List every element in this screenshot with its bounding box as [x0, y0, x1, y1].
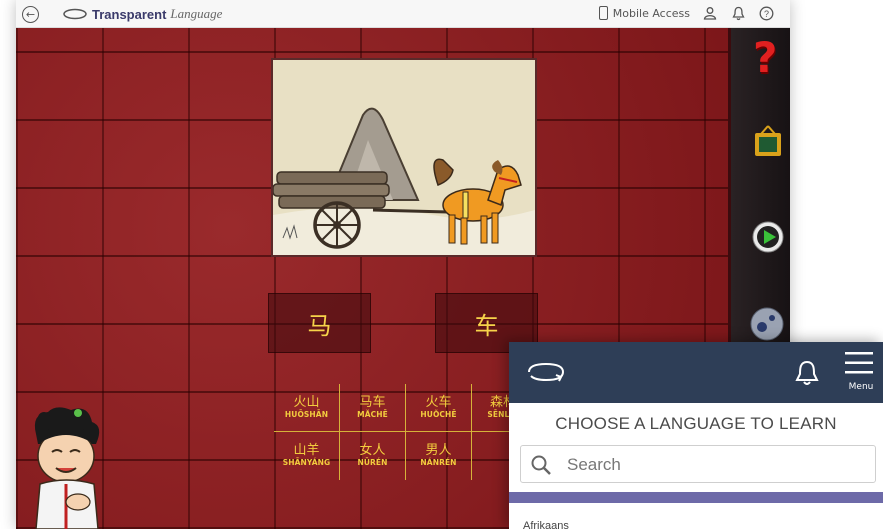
vocab-pinyin: HUŎCHĒ — [420, 409, 457, 419]
menu-button[interactable]: Menu — [841, 348, 875, 396]
top-bar: ← Transparent Language Mobile Access ? — [16, 0, 790, 28]
section-divider — [509, 492, 883, 503]
vocab-pinyin: NŪRÉN — [357, 458, 388, 468]
record-disc-icon[interactable] — [749, 306, 785, 342]
mobile-access-label: Mobile Access — [612, 6, 690, 20]
vocab-cell[interactable]: 山羊 SHĀNYÁNG — [274, 432, 340, 480]
brand-name: Transparent — [92, 6, 167, 22]
page-title: CHOOSE A LANGUAGE TO LEARN — [555, 414, 837, 433]
vocab-hanzi: 马车 — [359, 394, 386, 410]
question-mark-icon[interactable]: ? — [753, 36, 781, 80]
vocab-hanzi: 男人 — [425, 443, 452, 459]
vocab-cell[interactable]: 火山 HUŌSHĀN — [274, 384, 340, 432]
bell-icon[interactable] — [794, 359, 820, 387]
vocab-hanzi: 火车 — [425, 394, 452, 410]
bell-icon[interactable] — [730, 5, 746, 21]
horse-cart-illustration — [272, 60, 535, 255]
search-icon — [531, 455, 551, 475]
vocab-pinyin: SHĀNYÁNG — [282, 458, 331, 468]
language-list-item[interactable]: Afrikaans — [523, 520, 569, 529]
vocab-pinyin: NÁNRÉN — [420, 458, 457, 468]
vocab-cell[interactable]: 火车 HUŎCHĒ — [406, 384, 472, 432]
user-icon[interactable] — [702, 5, 718, 21]
vocabulary-grid: 火山 HUŌSHĀN 马车 MĂCHĒ 火车 HUŎCHĒ 森林 SĒNLÍN … — [274, 384, 534, 480]
arrow-left-icon: ← — [25, 8, 36, 21]
guide-character — [34, 407, 100, 529]
phone-icon — [598, 6, 608, 20]
mobile-header: Menu — [509, 342, 883, 403]
menu-label: Menu — [848, 382, 874, 392]
vocab-hanzi: 山羊 — [293, 443, 320, 459]
top-right-controls: Mobile Access ? — [598, 5, 774, 21]
svg-text:?: ? — [763, 9, 768, 19]
mobile-access-link[interactable]: Mobile Access — [598, 6, 690, 20]
back-button[interactable]: ← — [22, 6, 39, 23]
vocab-cell[interactable]: 马车 MĂCHĒ — [340, 384, 406, 432]
help-icon[interactable]: ? — [758, 5, 774, 21]
search-input[interactable] — [567, 452, 857, 478]
vocab-cell[interactable]: 女人 NŪRÉN — [340, 432, 406, 480]
tile-hanzi: 车 — [474, 311, 499, 340]
lesson-illustration — [271, 58, 537, 257]
hamburger-icon — [845, 352, 873, 374]
vocab-pinyin: MĂCHĒ — [357, 409, 388, 419]
search-box[interactable] — [520, 445, 876, 483]
word-tile-horse[interactable]: 马 — [268, 293, 371, 353]
vocab-hanzi: 女人 — [359, 443, 386, 459]
play-icon[interactable] — [751, 220, 785, 254]
vocab-hanzi: 火山 — [293, 394, 320, 410]
brand-language: Language — [170, 6, 223, 21]
vocab-cell[interactable]: 男人 NÁNRÉN — [406, 432, 472, 480]
transparent-logo-icon[interactable] — [523, 360, 569, 384]
transparent-logo-icon — [63, 8, 87, 20]
brand[interactable]: Transparent Language — [62, 6, 222, 22]
mobile-app-screen: Menu CHOOSE A LANGUAGE TO LEARN Afrikaan… — [509, 342, 883, 529]
chalkboard-icon[interactable] — [753, 124, 783, 158]
vocab-pinyin: HUŌSHĀN — [284, 409, 329, 419]
tile-hanzi: 马 — [307, 311, 332, 340]
